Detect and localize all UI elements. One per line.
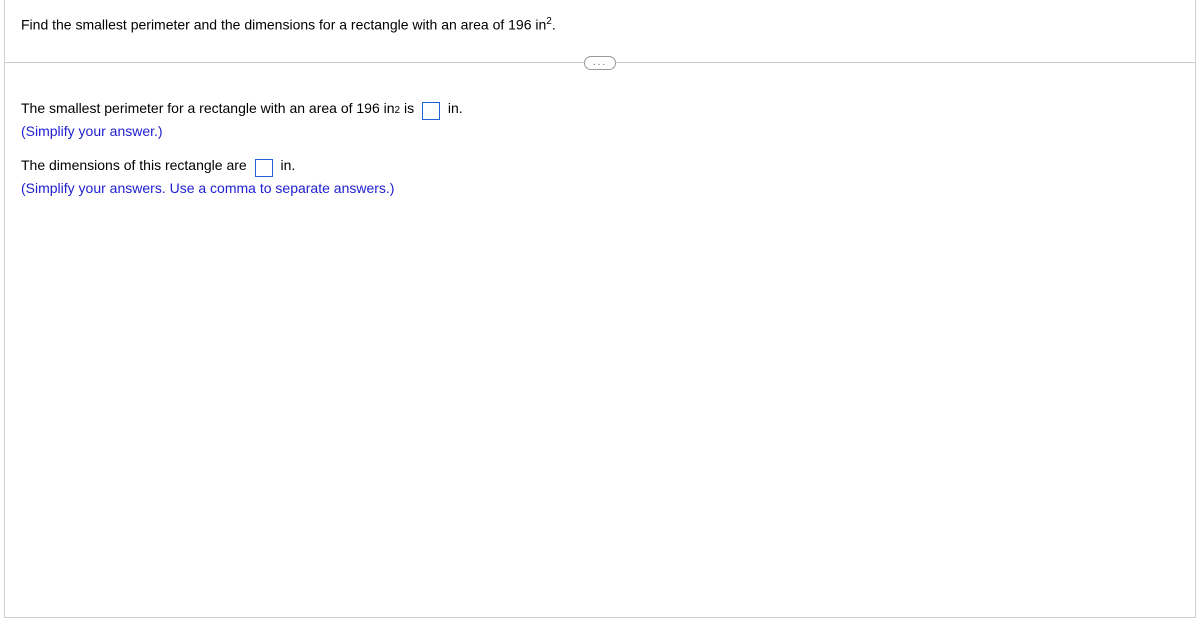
question-prompt: Find the smallest perimeter and the dime… <box>5 0 1195 56</box>
part1-hint: (Simplify your answer.) <box>21 123 1179 139</box>
part1-prefix: The smallest perimeter for a rectangle w… <box>21 96 395 121</box>
dimensions-input[interactable] <box>255 159 273 177</box>
part2-unit: in. <box>277 153 296 178</box>
answer-area: The smallest perimeter for a rectangle w… <box>5 70 1195 196</box>
part1-mid: is <box>400 96 418 121</box>
part2-hint: (Simplify your answers. Use a comma to s… <box>21 180 1179 196</box>
part2-line: The dimensions of this rectangle are in. <box>21 153 1179 178</box>
part1-unit: in. <box>444 96 463 121</box>
question-container: Find the smallest perimeter and the dime… <box>4 0 1196 618</box>
question-suffix: . <box>552 17 556 33</box>
expand-pill[interactable]: ... <box>584 56 616 70</box>
divider-line-right <box>616 62 1195 63</box>
question-prefix: Find the smallest perimeter and the dime… <box>21 17 546 33</box>
ellipsis-icon: ... <box>593 57 607 69</box>
divider-line-left <box>5 62 584 63</box>
section-divider: ... <box>5 56 1195 70</box>
part2-prefix: The dimensions of this rectangle are <box>21 153 251 178</box>
part1-line: The smallest perimeter for a rectangle w… <box>21 96 1179 121</box>
perimeter-input[interactable] <box>422 102 440 120</box>
